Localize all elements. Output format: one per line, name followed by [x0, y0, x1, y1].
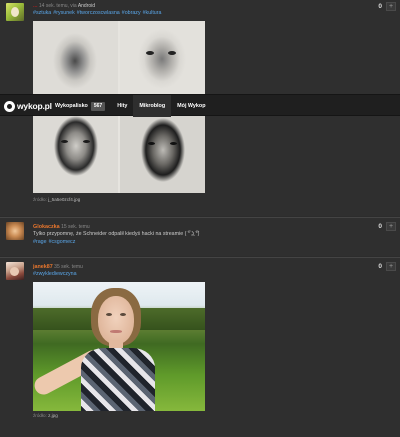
timestamp[interactable]: 15 sek. temu	[61, 224, 90, 230]
tag[interactable]: #csgomecz	[49, 239, 76, 245]
entry-meta: ... 14 sek. temu, via Android	[33, 2, 95, 10]
entry-image[interactable]	[33, 282, 205, 411]
avatar[interactable]	[6, 262, 24, 280]
main-nav: Wykopalisko 567 Hity Mikroblog Mój Wykop	[50, 95, 212, 117]
person-face	[98, 296, 134, 344]
nav-wykopalisko[interactable]: Wykopalisko 567	[50, 95, 111, 117]
nav-label: Wykopalisko	[55, 103, 88, 109]
drawing-face-4	[120, 116, 205, 193]
author-name[interactable]: Glokaczka	[33, 224, 60, 230]
entry-meta: janek87 35 sek. temu	[33, 263, 83, 271]
tag[interactable]: #sztuka	[33, 10, 51, 16]
tag-list: #zwyklediewczyna	[33, 271, 79, 278]
site-logo[interactable]: wykop.pl	[4, 100, 52, 112]
source-label: źródło:	[33, 197, 47, 202]
nav-label: Hity	[117, 103, 128, 109]
tag[interactable]: #zwyklediewczyna	[33, 271, 77, 277]
tag[interactable]: #obrazy	[122, 10, 141, 16]
tag[interactable]: #rage	[33, 239, 47, 245]
vote-count: 0	[378, 3, 382, 10]
drawing-face-2	[120, 21, 205, 94]
nav-label: Mikroblog	[139, 103, 166, 109]
person-dress	[81, 348, 155, 411]
entry-meta: Glokaczka 15 sek. temu	[33, 223, 90, 231]
vote-count: 0	[378, 263, 382, 270]
avatar[interactable]	[6, 222, 24, 240]
timestamp[interactable]: 35 sek. temu	[54, 264, 83, 270]
via-app[interactable]: Android	[78, 3, 95, 9]
source-label: źródło:	[33, 413, 47, 418]
plus-button[interactable]: +	[386, 2, 396, 11]
top-navigation-bar: wykop.pl Wykopalisko 567 Hity Mikroblog …	[0, 94, 400, 117]
image-source: źródło: j_5a5e0zcf4.jpg	[33, 197, 80, 202]
timestamp[interactable]: 14 sek. temu, via	[39, 3, 77, 9]
drawing-face-1	[33, 21, 118, 94]
nav-moj-wykop[interactable]: Mój Wykop	[171, 95, 211, 117]
entry-2: Glokaczka 15 sek. temu Tylko przypomnę, …	[0, 218, 400, 256]
tag[interactable]: #tworczoscwlasna	[77, 10, 120, 16]
nav-hity[interactable]: Hity	[111, 95, 133, 117]
source-link[interactable]: j_5a5e0zcf4.jpg	[48, 197, 80, 202]
nav-mikroblog[interactable]: Mikroblog	[133, 95, 172, 117]
tag-list: #rage #csgomecz	[33, 239, 77, 246]
logo-icon	[4, 100, 15, 112]
avatar[interactable]	[6, 3, 24, 21]
nav-count-badge: 567	[90, 101, 106, 111]
logo-text: wykop.pl	[17, 101, 52, 111]
plus-button[interactable]: +	[386, 262, 396, 271]
author-name[interactable]: ...	[33, 3, 38, 9]
drawing-face-3	[33, 116, 118, 193]
vote-count: 0	[378, 223, 382, 230]
author-name[interactable]: janek87	[33, 264, 53, 270]
plus-button[interactable]: +	[386, 222, 396, 231]
nav-label: Mój Wykop	[177, 103, 206, 109]
tag-list: #sztuka #rysunek #tworczoscwlasna #obrazy #k…	[33, 10, 163, 17]
entry-text: Tylko przypomnę, że Schneider odpalił ki…	[33, 231, 200, 237]
tag[interactable]: #kultura	[143, 10, 162, 16]
image-source: źródło: z.jpg	[33, 413, 58, 418]
source-link[interactable]: z.jpg	[48, 413, 58, 418]
tag[interactable]: #rysunek	[53, 10, 75, 16]
entry-3: janek87 35 sek. temu #zwyklediewczyna 0 …	[0, 258, 400, 437]
